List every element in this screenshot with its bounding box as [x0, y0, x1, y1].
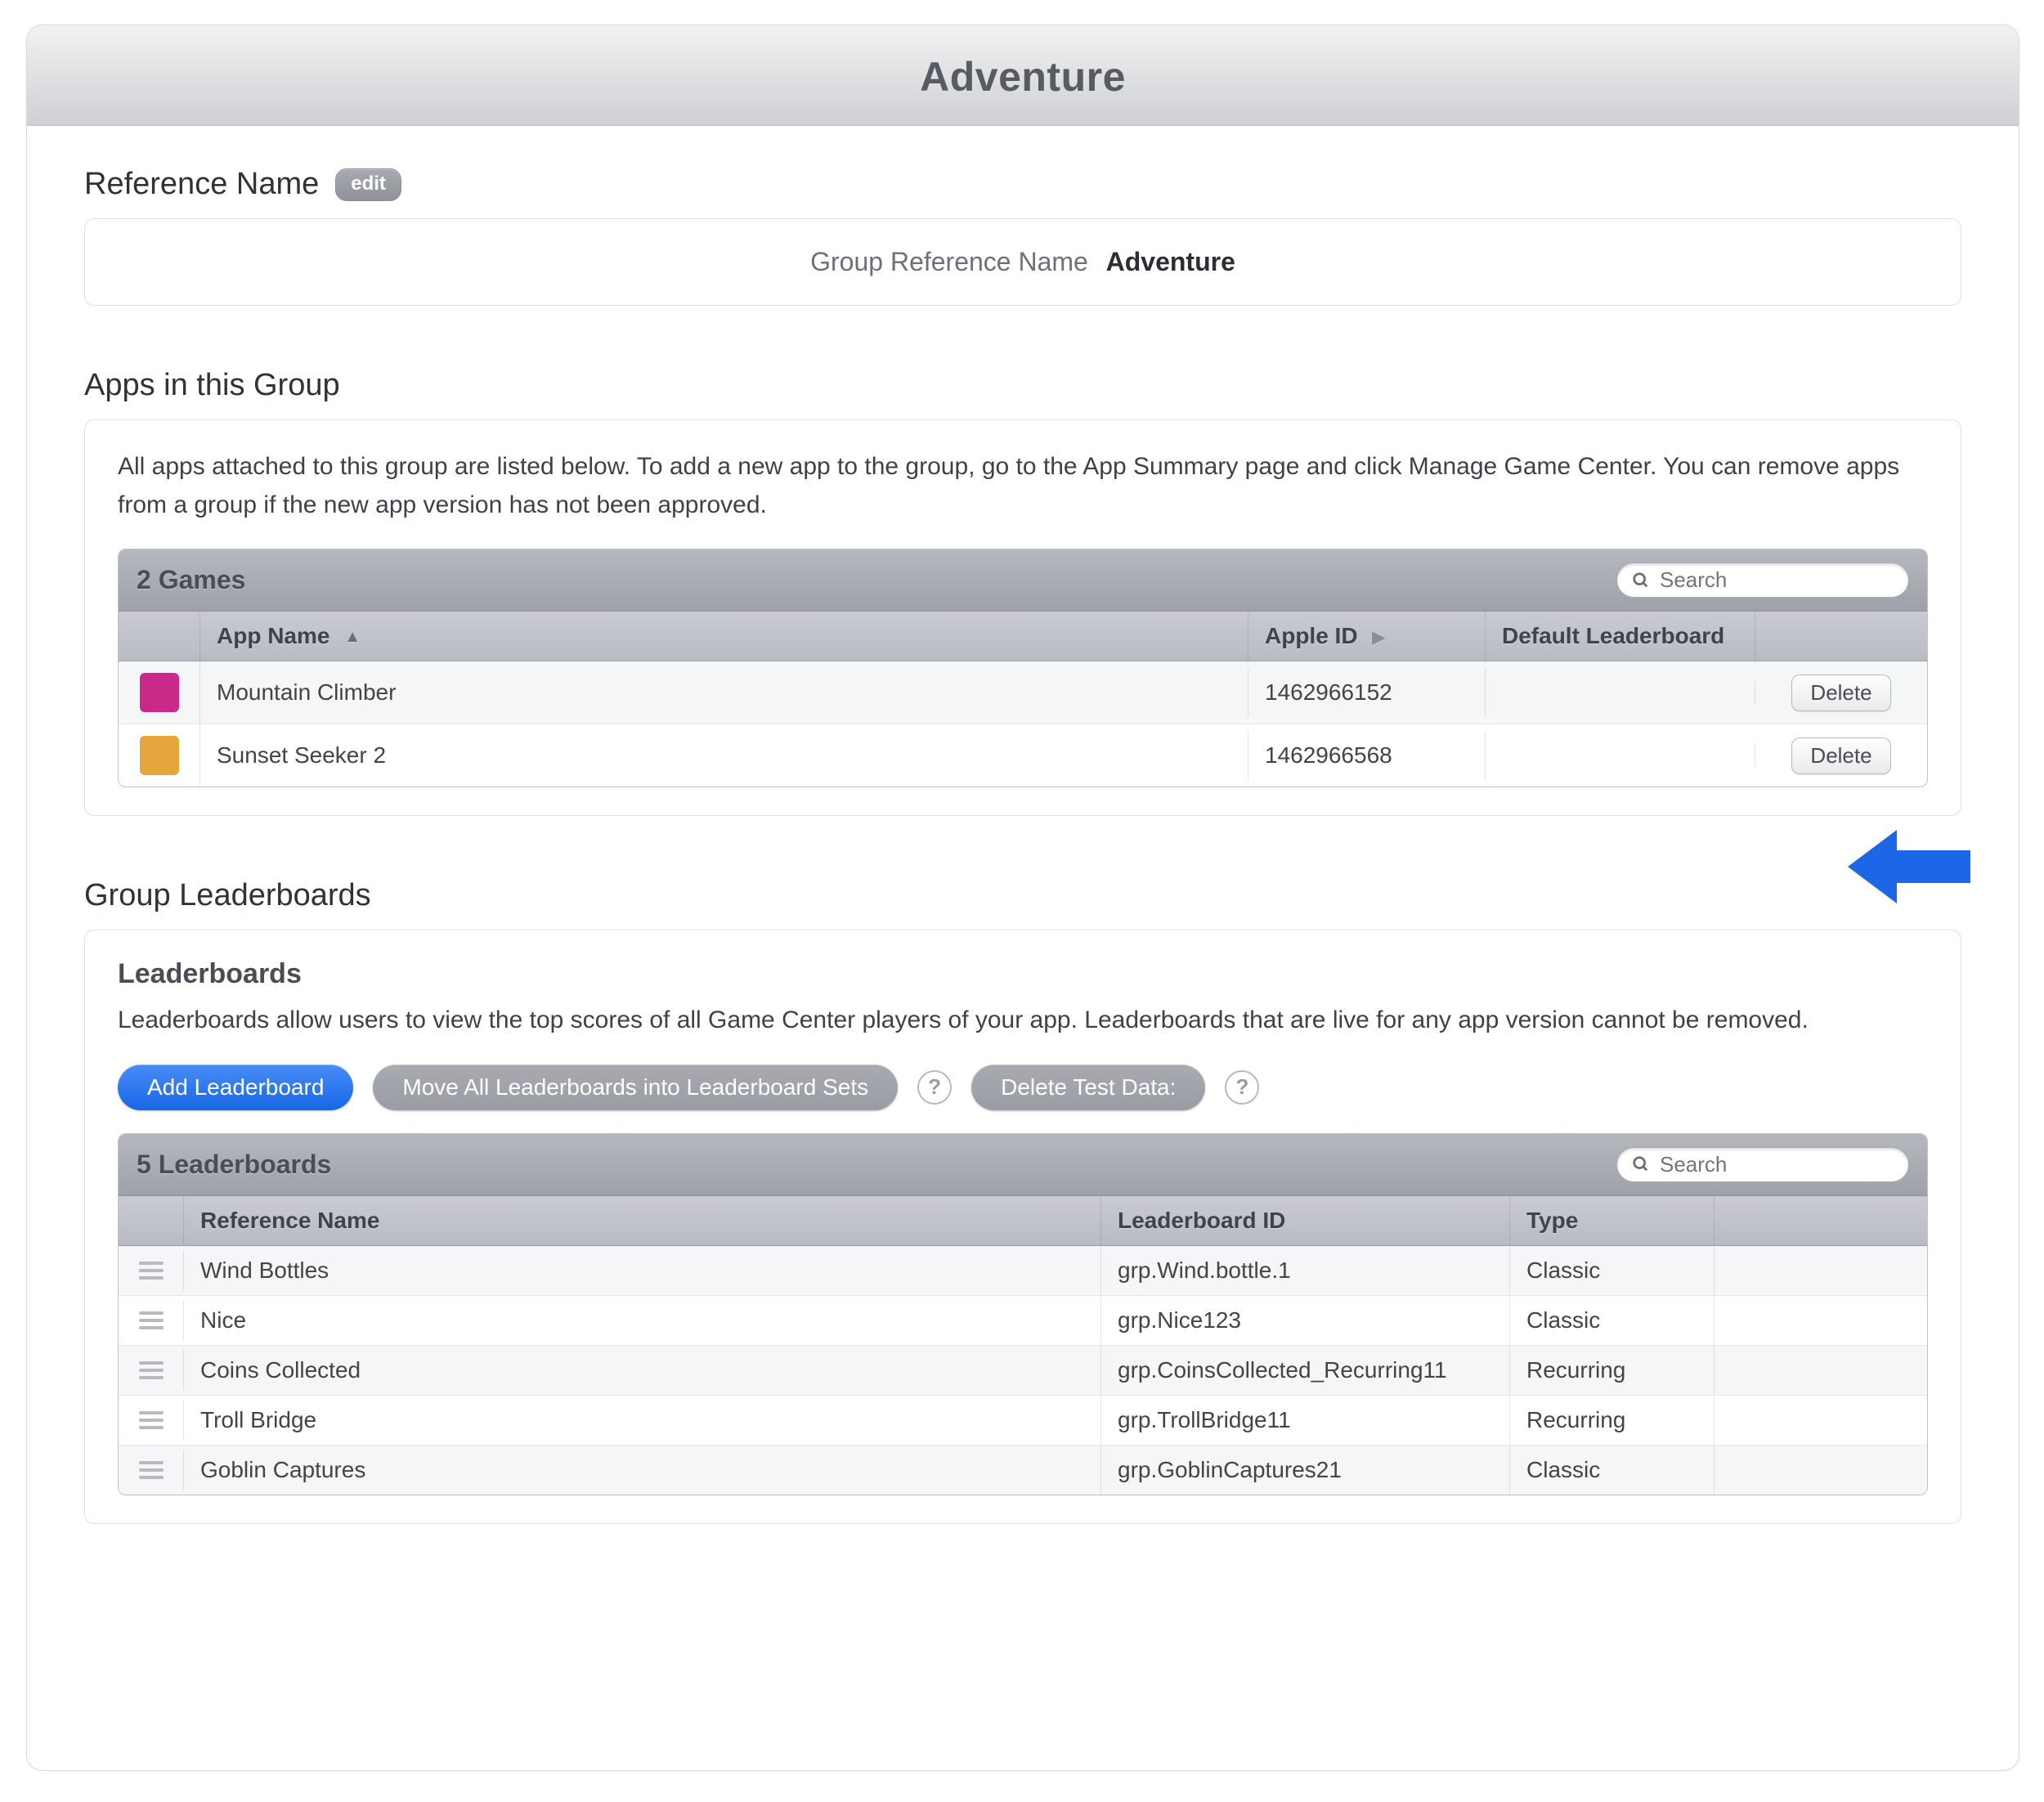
col-apple-id[interactable]: Apple ID ▶	[1248, 612, 1486, 661]
col-default-leaderboard[interactable]: Default Leaderboard	[1486, 612, 1755, 661]
titlebar: Adventure	[27, 25, 2019, 126]
search-icon	[1632, 572, 1650, 589]
leaderboard-type: Classic	[1510, 1246, 1715, 1295]
col-leaderboard-id[interactable]: Leaderboard ID	[1101, 1196, 1510, 1245]
page-title: Adventure	[27, 53, 2019, 101]
apps-table-row: Mountain Climber 1462966152 Delete	[119, 661, 1927, 724]
leaderboard-name: Coins Collected	[184, 1346, 1101, 1395]
edit-button[interactable]: edit	[335, 168, 401, 201]
help-icon[interactable]: ?	[917, 1070, 952, 1105]
leaderboard-type: Recurring	[1510, 1346, 1715, 1395]
app-apple-id: 1462966568	[1248, 731, 1486, 780]
app-icon	[140, 736, 179, 775]
col-type[interactable]: Type	[1510, 1196, 1715, 1245]
apps-search[interactable]	[1616, 563, 1909, 598]
drag-handle-icon[interactable]	[139, 1461, 164, 1479]
group-reference-name-label: Group Reference Name	[810, 247, 1088, 276]
app-default-leaderboard	[1486, 681, 1755, 704]
leaderboard-row: Troll Bridge grp.TrollBridge11 Recurring	[119, 1396, 1927, 1446]
reference-name-panel: Group Reference Name Adventure	[84, 218, 1961, 306]
delete-button[interactable]: Delete	[1791, 737, 1890, 774]
delete-button[interactable]: Delete	[1791, 675, 1890, 711]
apps-section-title: Apps in this Group	[84, 368, 340, 403]
leaderboard-id: grp.CoinsCollected_Recurring11	[1101, 1346, 1510, 1395]
apps-search-input[interactable]	[1658, 567, 1898, 594]
drag-handle-icon[interactable]	[139, 1361, 164, 1379]
leaderboard-id: grp.TrollBridge11	[1101, 1396, 1510, 1445]
app-apple-id: 1462966152	[1248, 668, 1486, 717]
reference-name-label: Reference Name	[84, 167, 319, 202]
app-name: Mountain Climber	[200, 668, 1248, 717]
leaderboard-row: Coins Collected grp.CoinsCollected_Recur…	[119, 1346, 1927, 1396]
leaderboard-id: grp.GoblinCaptures21	[1101, 1446, 1510, 1495]
delete-test-data-button[interactable]: Delete Test Data:	[971, 1065, 1205, 1110]
search-icon	[1632, 1155, 1650, 1173]
leaderboards-section-header: Group Leaderboards	[84, 878, 1961, 913]
group-detail-window: Adventure Reference Name edit Group Refe…	[26, 25, 2019, 1771]
leaderboard-type: Classic	[1510, 1296, 1715, 1345]
leaderboard-name: Nice	[184, 1296, 1101, 1345]
leaderboards-search[interactable]	[1616, 1147, 1909, 1182]
leaderboard-row: Wind Bottles grp.Wind.bottle.1 Classic	[119, 1246, 1927, 1296]
leaderboard-name: Goblin Captures	[184, 1446, 1101, 1495]
help-icon[interactable]: ?	[1225, 1070, 1259, 1105]
leaderboard-name: Wind Bottles	[184, 1246, 1101, 1295]
drag-handle-icon[interactable]	[139, 1262, 164, 1280]
leaderboards-count: 5 Leaderboards	[137, 1150, 331, 1180]
apps-table: 2 Games App Name ▲ Apple ID	[118, 549, 1928, 787]
leaderboards-table: 5 Leaderboards Reference Name Leaderboar…	[118, 1133, 1928, 1495]
leaderboards-subtitle: Leaderboards	[118, 958, 1928, 990]
move-leaderboards-button[interactable]: Move All Leaderboards into Leaderboard S…	[373, 1065, 898, 1110]
apps-section-header: Apps in this Group	[84, 368, 1961, 403]
leaderboard-row: Nice grp.Nice123 Classic	[119, 1296, 1927, 1346]
annotation-arrow-icon	[1848, 826, 1970, 908]
leaderboard-id: grp.Nice123	[1101, 1296, 1510, 1345]
add-leaderboard-button[interactable]: Add Leaderboard	[118, 1065, 353, 1110]
apps-table-row: Sunset Seeker 2 1462966568 Delete	[119, 724, 1927, 787]
apps-help-text: All apps attached to this group are list…	[118, 448, 1928, 524]
apps-table-header: 2 Games	[119, 549, 1927, 612]
leaderboard-name: Troll Bridge	[184, 1396, 1101, 1445]
drag-handle-icon[interactable]	[139, 1311, 164, 1329]
leaderboards-actions: Add Leaderboard Move All Leaderboards in…	[118, 1065, 1928, 1110]
sort-neutral-icon: ▶	[1372, 627, 1384, 648]
leaderboard-id: grp.Wind.bottle.1	[1101, 1246, 1510, 1295]
app-icon	[140, 673, 179, 712]
leaderboard-row: Goblin Captures grp.GoblinCaptures21 Cla…	[119, 1446, 1927, 1495]
leaderboards-help-text: Leaderboards allow users to view the top…	[118, 1002, 1928, 1040]
col-reference-name[interactable]: Reference Name	[184, 1196, 1101, 1245]
leaderboards-search-input[interactable]	[1658, 1151, 1898, 1178]
apps-panel: All apps attached to this group are list…	[84, 419, 1961, 816]
leaderboards-section-title: Group Leaderboards	[84, 878, 371, 913]
col-app-name[interactable]: App Name ▲	[200, 612, 1248, 661]
leaderboard-type: Recurring	[1510, 1396, 1715, 1445]
group-reference-name-value: Adventure	[1106, 247, 1235, 276]
reference-name-header: Reference Name edit	[84, 167, 1961, 202]
leaderboard-type: Classic	[1510, 1446, 1715, 1495]
app-name: Sunset Seeker 2	[200, 731, 1248, 780]
leaderboards-table-columns: Reference Name Leaderboard ID Type	[119, 1196, 1927, 1246]
sort-asc-icon: ▲	[344, 628, 361, 647]
apps-table-columns: App Name ▲ Apple ID ▶ Default Leaderboar…	[119, 612, 1927, 661]
apps-count: 2 Games	[137, 565, 245, 595]
drag-handle-icon[interactable]	[139, 1411, 164, 1429]
leaderboards-panel: Leaderboards Leaderboards allow users to…	[84, 930, 1961, 1524]
leaderboards-table-header: 5 Leaderboards	[119, 1134, 1927, 1196]
app-default-leaderboard	[1486, 744, 1755, 767]
